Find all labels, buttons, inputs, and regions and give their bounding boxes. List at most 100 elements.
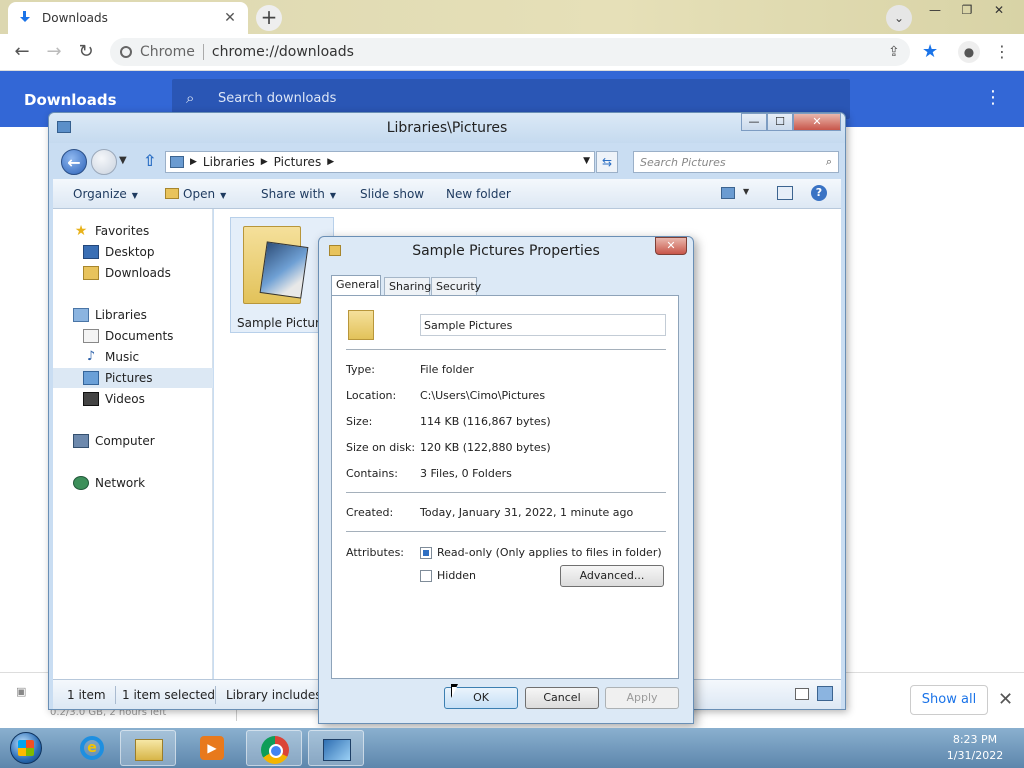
clock-time: 8:23 PM: [952, 733, 998, 746]
shelf-file-icon[interactable]: ▣: [16, 685, 26, 698]
help-icon[interactable]: ?: [811, 185, 827, 201]
tab-close-button[interactable]: ✕: [222, 10, 238, 26]
change-view-icon[interactable]: [721, 187, 735, 199]
nav-item-videos[interactable]: Videos: [53, 389, 213, 409]
restore-button[interactable]: ❐: [952, 2, 982, 20]
selected-count: 1 item selected: [122, 688, 216, 702]
show-all-button[interactable]: Show all: [910, 685, 988, 715]
forward-arrow-icon[interactable]: →: [42, 40, 66, 64]
back-arrow-icon[interactable]: ←: [61, 149, 87, 175]
maximize-button[interactable]: ☐: [767, 113, 793, 131]
start-button[interactable]: [2, 730, 50, 766]
taskbar-chrome[interactable]: [246, 730, 302, 766]
nav-item-libraries[interactable]: Libraries: [53, 305, 213, 325]
nav-item-favorites[interactable]: ★ Favorites: [53, 221, 213, 241]
hidden-label: Hidden: [437, 569, 477, 582]
omnibox[interactable]: Chrome chrome://downloads: [110, 38, 910, 66]
advanced-button[interactable]: Advanced...: [560, 565, 664, 587]
site-name: Chrome: [140, 44, 195, 60]
divider: [346, 492, 666, 493]
hidden-checkbox[interactable]: [420, 570, 432, 582]
explorer-window-controls: — ☐ ✕: [741, 113, 841, 131]
reload-icon[interactable]: ↻: [74, 40, 98, 64]
nav-item-downloads[interactable]: Downloads: [53, 263, 213, 283]
nav-item-computer[interactable]: Computer: [53, 431, 213, 451]
chevron-right-icon[interactable]: ▶: [190, 157, 197, 167]
apply-button[interactable]: Apply: [605, 687, 679, 709]
tab-sharing[interactable]: Sharing: [384, 277, 431, 295]
slide-show-button[interactable]: Slide show: [360, 187, 424, 201]
library-icon: [73, 308, 89, 322]
url-text: chrome://downloads: [211, 44, 354, 60]
nav-item-network[interactable]: Network: [53, 473, 213, 493]
chrome-titlebar: Downloads ✕ + ⌄ — ❐ ✕: [0, 0, 1024, 34]
shelf-close-button[interactable]: ✕: [998, 689, 1013, 710]
back-arrow-icon[interactable]: ←: [10, 40, 34, 64]
organize-label: Organize: [73, 187, 127, 201]
tab-general[interactable]: General: [331, 275, 381, 297]
minimize-button[interactable]: —: [920, 2, 950, 20]
chevron-down-icon[interactable]: ▼: [743, 187, 749, 196]
bookmark-star-icon[interactable]: ★: [922, 41, 938, 62]
minimize-button[interactable]: —: [741, 113, 767, 131]
open-button[interactable]: Open ▼: [165, 187, 226, 201]
forward-arrow-icon[interactable]: [91, 149, 117, 175]
status-divider: [115, 686, 116, 704]
photo-viewer-icon: [323, 739, 351, 761]
taskbar-media-player[interactable]: ▶: [184, 730, 240, 766]
read-only-label: Read-only (Only applies to files in fold…: [437, 546, 662, 559]
nav-item-music[interactable]: ♪ Music: [53, 347, 213, 367]
profile-avatar-icon[interactable]: ●: [958, 41, 980, 63]
share-with-button[interactable]: Share with ▼: [261, 187, 336, 201]
downloads-menu-icon[interactable]: ⋮: [984, 87, 1002, 108]
nav-label: Desktop: [105, 245, 155, 259]
organize-button[interactable]: Organize ▼: [73, 187, 138, 201]
taskbar-internet-explorer[interactable]: e: [64, 730, 120, 766]
search-placeholder: Search downloads: [218, 91, 337, 106]
chrome-site-icon: [120, 46, 132, 58]
nav-item-pictures[interactable]: Pictures: [53, 368, 213, 388]
location-value: C:\Users\Cimo\Pictures: [420, 389, 546, 402]
folder-name-input[interactable]: Sample Pictures: [420, 314, 666, 336]
breadcrumb-libraries[interactable]: Libraries: [203, 155, 255, 169]
breadcrumb-pictures[interactable]: Pictures: [274, 155, 322, 169]
details-view-icon[interactable]: [795, 688, 809, 700]
chrome-menu-icon[interactable]: ⋮: [994, 42, 1010, 61]
explorer-title: Libraries\Pictures: [386, 120, 508, 136]
tab-security[interactable]: Security: [431, 277, 481, 295]
nav-item-documents[interactable]: Documents: [53, 326, 213, 346]
refresh-icon[interactable]: ⇆: [596, 151, 618, 173]
chevron-right-icon[interactable]: ▶: [261, 157, 268, 167]
picture-thumbnail: [259, 241, 309, 299]
properties-dialog: Sample Pictures Properties ✕ General Sha…: [318, 236, 694, 724]
up-arrow-icon[interactable]: ⇧: [143, 151, 156, 170]
size-label: Size:: [346, 415, 373, 428]
nav-item-desktop[interactable]: Desktop: [53, 242, 213, 262]
new-tab-button[interactable]: +: [256, 5, 282, 31]
contains-label: Contains:: [346, 467, 398, 480]
system-clock[interactable]: 8:23 PM 1/31/2022: [932, 732, 1018, 764]
tab-downloads[interactable]: Downloads ✕: [8, 2, 248, 34]
new-folder-button[interactable]: New folder: [446, 187, 511, 201]
close-button[interactable]: ✕: [793, 113, 841, 131]
search-input[interactable]: Search Pictures ⌕: [633, 151, 839, 173]
address-bar[interactable]: ▶ Libraries ▶ Pictures ▶ ▼: [165, 151, 595, 173]
large-icons-view-icon[interactable]: [817, 686, 833, 701]
share-icon[interactable]: ⇪: [888, 44, 900, 60]
tab-search-button[interactable]: ⌄: [886, 5, 912, 31]
divider: [346, 531, 666, 532]
chevron-right-icon[interactable]: ▶: [327, 157, 334, 167]
recent-pages-icon[interactable]: ▼: [119, 155, 127, 166]
chevron-down-icon[interactable]: ▼: [583, 156, 590, 166]
taskbar-explorer[interactable]: [120, 730, 176, 766]
taskbar-photo-viewer[interactable]: [308, 730, 364, 766]
close-button[interactable]: ✕: [655, 237, 687, 255]
search-placeholder: Search Pictures: [640, 156, 726, 169]
cancel-button[interactable]: Cancel: [525, 687, 599, 709]
close-button[interactable]: ✕: [984, 2, 1014, 20]
divider: [346, 349, 666, 350]
read-only-checkbox[interactable]: [420, 547, 432, 559]
type-value: File folder: [420, 363, 474, 376]
created-value: Today, January 31, 2022, 1 minute ago: [420, 506, 634, 519]
preview-pane-icon[interactable]: [777, 186, 793, 200]
